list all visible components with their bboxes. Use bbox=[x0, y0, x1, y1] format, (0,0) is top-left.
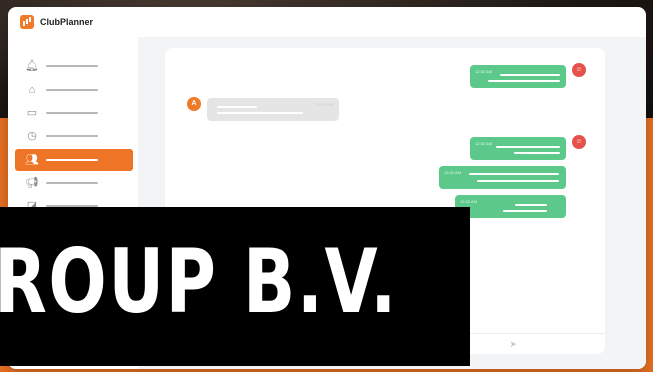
home-icon: ⌂ bbox=[28, 84, 36, 96]
clock-icon: ◷ bbox=[27, 130, 37, 142]
sidebar-item-members[interactable]: 👥︎ bbox=[15, 149, 133, 171]
message-line bbox=[217, 112, 303, 114]
user-avatar: ☺ bbox=[572, 63, 586, 77]
sidebar-item-marketing[interactable]: 📢︎ bbox=[15, 172, 133, 194]
sidebar-item-label bbox=[46, 182, 98, 184]
chat-message-outgoing: 12:32 AM bbox=[470, 137, 566, 160]
sidebar-item-calendar[interactable]: ▭ bbox=[15, 102, 133, 124]
chat-message-outgoing: 12:32 AM bbox=[470, 65, 566, 88]
message-line bbox=[217, 106, 257, 108]
sidebar-item-label bbox=[46, 65, 98, 67]
sidebar-item-label bbox=[46, 159, 98, 161]
sidebar-item-schedule[interactable]: ◷ bbox=[15, 125, 133, 147]
sidebar-item-label bbox=[46, 135, 98, 137]
message-line bbox=[488, 80, 560, 82]
bar-chart-logo-icon bbox=[20, 15, 34, 29]
user-avatar: ☺ bbox=[572, 135, 586, 149]
message-line bbox=[496, 146, 560, 148]
caption-text: ROUP B.V. bbox=[0, 230, 398, 333]
sidebar-item-home[interactable]: ⌂ bbox=[15, 79, 133, 101]
message-time: 12:32 AM bbox=[316, 102, 333, 107]
bell-icon: 🔔︎ bbox=[25, 60, 39, 72]
message-time: 12:32 AM bbox=[475, 69, 492, 74]
message-line bbox=[514, 152, 560, 154]
message-time: 12:32 AM bbox=[444, 170, 461, 175]
message-line bbox=[515, 204, 547, 206]
users-icon: 👥︎ bbox=[25, 154, 39, 166]
message-time: 12:32 AM bbox=[460, 199, 477, 204]
message-line bbox=[500, 74, 560, 76]
contact-avatar: A bbox=[187, 97, 201, 111]
sidebar-item-notifications[interactable]: 🔔︎ bbox=[15, 55, 133, 77]
message-line bbox=[469, 173, 559, 175]
message-line bbox=[477, 180, 559, 182]
chat-message-outgoing: 12:32 AM bbox=[439, 166, 566, 189]
sidebar-item-label bbox=[46, 89, 98, 91]
brand-name: ClubPlanner bbox=[40, 17, 94, 27]
send-icon[interactable]: ➤ bbox=[509, 339, 517, 350]
calendar-icon: ▭ bbox=[26, 107, 38, 119]
title-bar: ClubPlanner bbox=[8, 7, 646, 38]
megaphone-icon: 📢︎ bbox=[25, 177, 39, 189]
message-line bbox=[503, 210, 547, 212]
chat-message-incoming: 12:32 AM bbox=[207, 98, 339, 121]
chat-message-outgoing: 12:32 AM bbox=[455, 195, 566, 218]
sidebar-item-label bbox=[46, 112, 98, 114]
message-time: 12:32 AM bbox=[475, 141, 492, 146]
